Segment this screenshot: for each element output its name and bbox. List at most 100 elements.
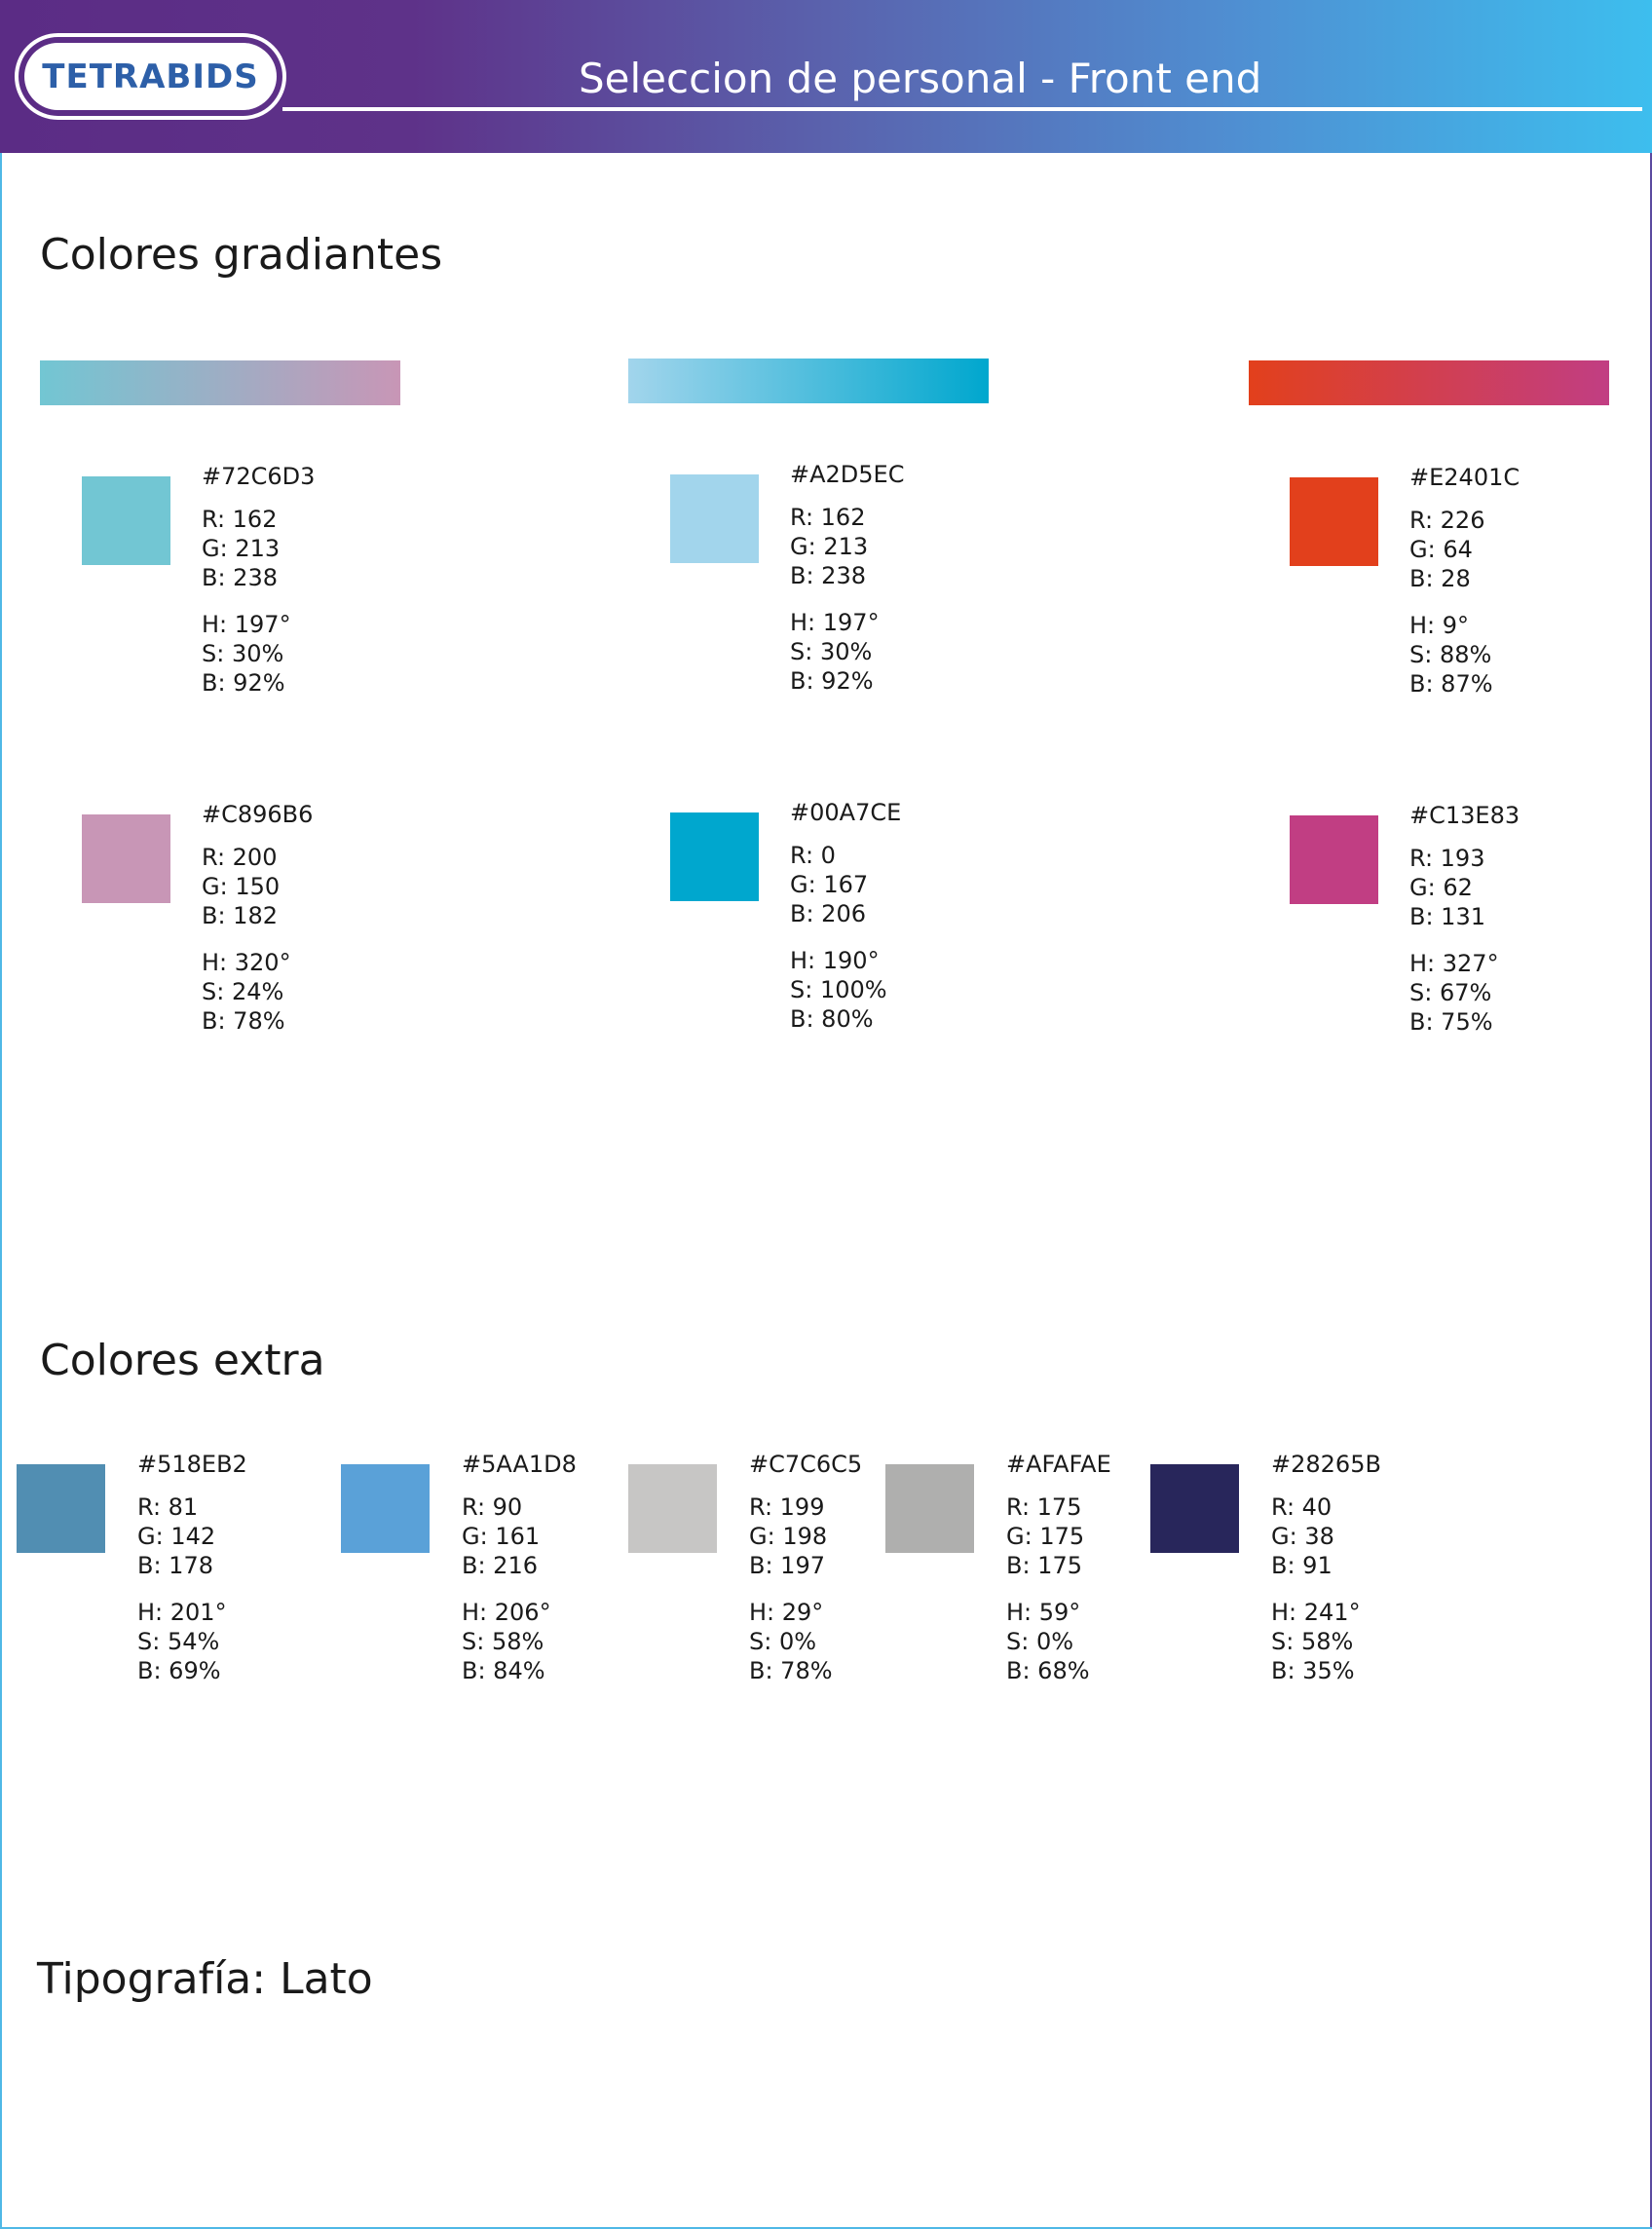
color-swatch [628,1464,717,1553]
color-r: R: 81 [137,1493,199,1521]
color-swatch [82,814,170,903]
color-v: B: 68% [1006,1657,1090,1684]
color-b: B: 206 [790,900,866,927]
color-info: #C896B6 R: 200 G: 150 B: 182 H: 320° S: … [202,800,313,1036]
color-swatch [670,812,759,901]
color-b: B: 175 [1006,1552,1082,1579]
logo-text: TETRABIDS [42,57,259,96]
color-h: H: 197° [202,611,291,638]
color-h: H: 327° [1409,950,1499,977]
color-g: G: 64 [1409,536,1473,563]
color-s: S: 100% [790,976,887,1003]
color-g: G: 38 [1271,1523,1334,1550]
color-g: G: 213 [790,533,869,560]
color-r: R: 175 [1006,1493,1082,1521]
frame-border-left [0,153,2,2229]
color-s: S: 0% [1006,1628,1074,1655]
page-title: Seleccion de personal - Front end [579,55,1262,102]
color-hex: #5AA1D8 [462,1451,577,1478]
gradient-bar-1 [40,360,400,405]
color-hex: #72C6D3 [202,463,316,490]
color-v: B: 92% [202,669,285,697]
color-b: B: 131 [1409,903,1485,930]
color-r: R: 0 [790,842,836,869]
color-v: B: 75% [1409,1008,1493,1036]
color-g: G: 198 [749,1523,828,1550]
color-info: #C7C6C5 R: 199 G: 198 B: 197 H: 29° S: 0… [749,1450,862,1685]
color-info: #518EB2 R: 81 G: 142 B: 178 H: 201° S: 5… [137,1450,247,1685]
color-s: S: 24% [202,978,284,1005]
color-hex: #C896B6 [202,801,314,828]
color-s: S: 58% [1271,1628,1354,1655]
color-v: B: 92% [790,667,874,695]
color-s: S: 58% [462,1628,544,1655]
color-hex: #C7C6C5 [749,1451,863,1478]
color-hex: #00A7CE [790,799,902,826]
color-swatch [885,1464,974,1553]
color-h: H: 59° [1006,1599,1081,1626]
color-s: S: 54% [137,1628,220,1655]
color-r: R: 200 [202,844,278,871]
color-info: #E2401C R: 226 G: 64 B: 28 H: 9° S: 88% … [1409,463,1520,699]
color-swatch [341,1464,430,1553]
color-h: H: 206° [462,1599,551,1626]
color-info: #5AA1D8 R: 90 G: 161 B: 216 H: 206° S: 5… [462,1450,577,1685]
gradient-bar-2 [628,359,989,403]
color-hex: #AFAFAE [1006,1451,1111,1478]
color-b: B: 178 [137,1552,213,1579]
color-v: B: 80% [790,1005,874,1033]
color-b: B: 216 [462,1552,538,1579]
color-h: H: 197° [790,609,880,636]
color-info: #A2D5EC R: 162 G: 213 B: 238 H: 197° S: … [790,460,904,696]
color-h: H: 241° [1271,1599,1361,1626]
color-hex: #28265B [1271,1451,1381,1478]
color-h: H: 201° [137,1599,227,1626]
color-v: B: 69% [137,1657,221,1684]
color-swatch [1290,477,1378,566]
gradient-bar-3 [1249,360,1609,405]
color-s: S: 0% [749,1628,817,1655]
color-v: B: 35% [1271,1657,1355,1684]
color-swatch [1290,815,1378,904]
section-title-extra: Colores extra [40,1336,325,1385]
color-swatch [17,1464,105,1553]
color-info: #72C6D3 R: 162 G: 213 B: 238 H: 197° S: … [202,462,315,698]
color-swatch [670,474,759,563]
color-info: #00A7CE R: 0 G: 167 B: 206 H: 190° S: 10… [790,798,901,1034]
color-b: B: 197 [749,1552,825,1579]
color-r: R: 90 [462,1493,523,1521]
color-info: #28265B R: 40 G: 38 B: 91 H: 241° S: 58%… [1271,1450,1381,1685]
color-g: G: 62 [1409,874,1473,901]
color-hex: #A2D5EC [790,461,905,488]
color-h: H: 29° [749,1599,824,1626]
color-info: #C13E83 R: 193 G: 62 B: 131 H: 327° S: 6… [1409,801,1520,1037]
color-v: B: 78% [749,1657,833,1684]
color-r: R: 199 [749,1493,825,1521]
section-title-typography: Tipografía: Lato [37,1954,373,2004]
color-h: H: 190° [790,947,880,974]
color-b: B: 238 [790,562,866,589]
color-g: G: 161 [462,1523,541,1550]
color-g: G: 142 [137,1523,216,1550]
color-r: R: 162 [790,504,866,531]
color-v: B: 78% [202,1007,285,1035]
color-b: B: 182 [202,902,278,929]
color-hex: #E2401C [1409,464,1521,491]
color-r: R: 193 [1409,845,1485,872]
color-b: B: 91 [1271,1552,1333,1579]
color-r: R: 162 [202,506,278,533]
color-g: G: 150 [202,873,281,900]
color-s: S: 30% [790,638,873,665]
color-g: G: 175 [1006,1523,1085,1550]
header-divider [282,107,1642,111]
color-g: G: 167 [790,871,869,898]
color-s: S: 88% [1409,641,1492,668]
color-hex: #C13E83 [1409,802,1521,829]
color-b: B: 28 [1409,565,1471,592]
color-r: R: 40 [1271,1493,1333,1521]
section-title-gradients: Colores gradiantes [40,230,443,280]
color-h: H: 9° [1409,612,1470,639]
color-b: B: 238 [202,564,278,591]
color-r: R: 226 [1409,507,1485,534]
color-s: S: 67% [1409,979,1492,1006]
